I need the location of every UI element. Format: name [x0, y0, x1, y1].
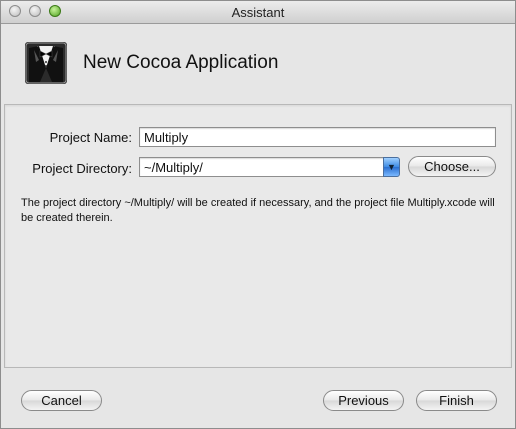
choose-button[interactable]: Choose...: [408, 156, 496, 177]
project-name-field[interactable]: [139, 127, 496, 147]
previous-button[interactable]: Previous: [323, 390, 404, 411]
info-text: The project directory ~/Multiply/ will b…: [21, 197, 495, 224]
assistant-window: Assistant New Cocoa Application Project …: [0, 0, 516, 429]
project-name-label: Project Name:: [49, 130, 132, 145]
project-directory-field[interactable]: [139, 157, 384, 177]
project-directory-combo[interactable]: ▼: [139, 157, 401, 177]
page-title: New Cocoa Application: [83, 52, 279, 73]
tuxedo-icon: [25, 42, 67, 84]
cancel-button[interactable]: Cancel: [21, 390, 102, 411]
title-bar[interactable]: Assistant: [1, 1, 515, 24]
chevron-down-icon[interactable]: ▼: [383, 157, 400, 177]
project-directory-label: Project Directory:: [32, 161, 132, 176]
window-title: Assistant: [231, 5, 285, 20]
finish-button[interactable]: Finish: [416, 390, 497, 411]
